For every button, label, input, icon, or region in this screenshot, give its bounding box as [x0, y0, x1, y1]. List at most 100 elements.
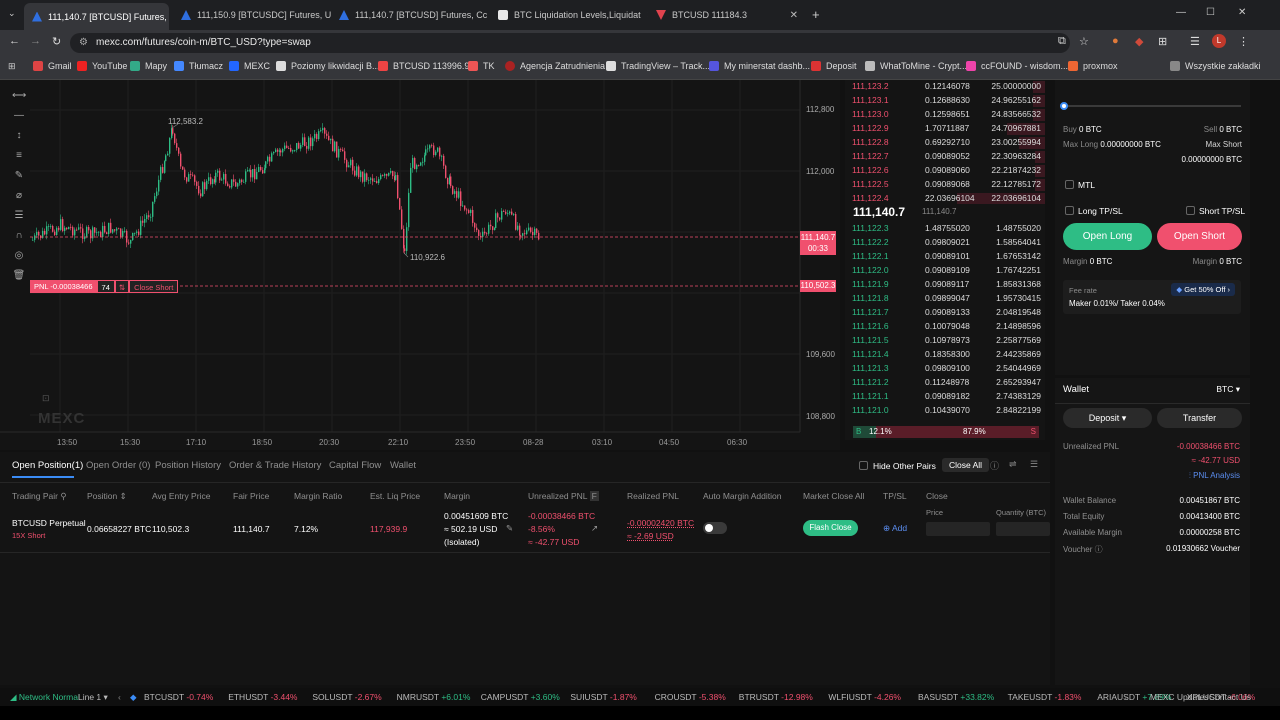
bid-row[interactable]: 111,121.3 0.09809100 2.54044969	[845, 362, 1045, 376]
ask-row[interactable]: 111,123.0 0.12598651 24.83566532	[845, 108, 1045, 122]
open-long-button[interactable]: Open Long	[1063, 223, 1152, 250]
browser-tab[interactable]: BTCUSD 111184.3 ✕	[648, 4, 806, 26]
all-bookmarks[interactable]: Wszystkie zakładki	[1170, 61, 1261, 71]
bookmark-item[interactable]: TK	[468, 61, 495, 71]
bid-row[interactable]: 111,121.6 0.10079048 2.14898596	[845, 320, 1045, 334]
open-short-button[interactable]: Open Short	[1157, 223, 1242, 250]
fee-promo-button[interactable]: ◆ Get 50% Off ›	[1171, 283, 1235, 296]
edit-margin-icon[interactable]: ✎	[506, 523, 513, 534]
bookmark-item[interactable]: Deposit	[811, 61, 857, 71]
window-close-icon[interactable]: ✕	[1238, 7, 1246, 18]
browser-tab[interactable]: 111,150.9 [BTCUSDC] Futures, U ✕	[173, 4, 331, 26]
bid-row[interactable]: 111,122.3 1.48755020 1.48755020	[845, 222, 1045, 236]
settings-sliders-icon[interactable]: ⇌	[1009, 459, 1017, 470]
bookmark-item[interactable]: WhatToMine - Crypt...	[865, 61, 967, 71]
mexc-updates-link[interactable]: MEXC Updates	[1150, 692, 1209, 702]
bid-row[interactable]: 111,121.7 0.09089133 2.04819548	[845, 306, 1045, 320]
pnl-basis-toggle[interactable]: F	[589, 491, 599, 501]
tab-open-position[interactable]: Open Position(1)	[12, 460, 83, 471]
tab-capital-flow[interactable]: Capital Flow	[329, 460, 381, 471]
hide-other-pairs-checkbox[interactable]	[859, 461, 868, 470]
close-price-input[interactable]	[926, 522, 990, 536]
bid-row[interactable]: 111,122.2 0.09809021 1.58564041	[845, 236, 1045, 250]
minimize-icon[interactable]: —	[1176, 7, 1186, 18]
new-tab-icon[interactable]: +	[812, 7, 820, 22]
pair-name[interactable]: BTCUSD Perpetual	[12, 518, 86, 528]
rpnl-btc[interactable]: -0.00002420 BTC	[627, 518, 694, 528]
ticker-item[interactable]: BTRUSDT -12.98%	[739, 692, 813, 702]
tab-position-history[interactable]: Position History	[155, 460, 221, 471]
rpnl-usd[interactable]: ≈ -2.69 USD	[627, 531, 674, 541]
bookmark-item[interactable]: proxmox	[1068, 61, 1118, 71]
bid-row[interactable]: 111,121.4 0.18358300 2.44235869	[845, 348, 1045, 362]
ticker-item[interactable]: BASUSDT +33.82%	[918, 692, 994, 702]
bookmark-item[interactable]: My minerstat dashb...	[709, 61, 810, 71]
bookmark-item[interactable]: MEXC	[229, 61, 270, 71]
bookmark-item[interactable]: Mapy	[130, 61, 167, 71]
line-select[interactable]: Line 1 ▾	[78, 692, 108, 703]
ask-row[interactable]: 111,122.6 0.09089060 22.21874232	[845, 164, 1045, 178]
ticker-item[interactable]: ETHUSDT -3.44%	[228, 692, 297, 702]
bookmark-item[interactable]: YouTube	[77, 61, 127, 71]
tab-wallet[interactable]: Wallet	[390, 460, 416, 471]
extension-icon[interactable]: ●	[1112, 35, 1119, 47]
ticker-item[interactable]: TAKEUSDT -1.83%	[1008, 692, 1082, 702]
avatar[interactable]: L	[1212, 34, 1226, 48]
ask-row[interactable]: 111,123.2 0.12146078 25.00000000	[845, 80, 1045, 94]
ask-row[interactable]: 111,123.1 0.12688630 24.96255162	[845, 94, 1045, 108]
maximize-icon[interactable]: ☐	[1206, 7, 1215, 18]
bookmark-item[interactable]: TradingView – Track...	[606, 61, 710, 71]
menu-kebab-icon[interactable]: ⋮	[1238, 35, 1249, 48]
bid-row[interactable]: 111,121.0 0.10439070 2.84822199	[845, 404, 1045, 418]
apps-grid-icon[interactable]: ⊞	[8, 61, 16, 72]
bid-row[interactable]: 111,121.8 0.09899047 1.95730415	[845, 292, 1045, 306]
col-position[interactable]: Position ⇕	[87, 491, 127, 502]
media-icon[interactable]: ☰	[1190, 35, 1200, 48]
bookmark-item[interactable]: Poziomy likwidacji B...	[276, 61, 380, 71]
ask-row[interactable]: 111,122.7 0.09089052 22.30963284	[845, 150, 1045, 164]
bookmark-item[interactable]: Gmail	[33, 61, 72, 71]
bookmark-star-icon[interactable]: ☆	[1079, 35, 1089, 48]
info-icon[interactable]: ⓘ	[990, 459, 999, 472]
mtl-checkbox[interactable]	[1065, 180, 1074, 189]
leverage-slider[interactable]	[1060, 102, 1241, 110]
deposit-button[interactable]: Deposit ▾	[1063, 408, 1152, 428]
list-icon[interactable]: ☰	[1030, 459, 1038, 470]
bookmark-item[interactable]: Agencja Zatrudnienia	[505, 61, 605, 71]
ticker-item[interactable]: BTCUSDT -0.74%	[144, 692, 213, 702]
bid-row[interactable]: 111,121.2 0.11248978 2.65293947	[845, 376, 1045, 390]
pin-icon[interactable]: ⚲	[60, 491, 66, 501]
slider-handle[interactable]	[1060, 102, 1068, 110]
ticker-scroll-right-icon[interactable]: ›	[1124, 692, 1127, 702]
bid-row[interactable]: 111,121.5 0.10978973 2.25877569	[845, 334, 1045, 348]
tab-open-order[interactable]: Open Order (0)	[86, 460, 150, 471]
bookmark-item[interactable]: Tłumacz	[174, 61, 223, 71]
bookmark-item[interactable]: BTCUSD 113996.9	[378, 61, 469, 71]
tab-order-trade-history[interactable]: Order & Trade History	[229, 460, 321, 471]
close-short-button[interactable]: Close Short	[129, 280, 179, 293]
ticker-scroll-left-icon[interactable]: ‹	[118, 692, 121, 702]
site-info-icon[interactable]: ⚙	[79, 33, 88, 53]
bookmark-item[interactable]: ccFOUND - wisdom...	[966, 61, 1068, 71]
info-icon[interactable]: ⓘ	[1095, 545, 1103, 554]
close-short-icon[interactable]: ⇅	[114, 280, 130, 293]
bid-row[interactable]: 111,122.0 0.09089109 1.76742251	[845, 264, 1045, 278]
ticker-item[interactable]: CROUSDT -5.38%	[655, 692, 726, 702]
add-tpsl-button[interactable]: ⊕ Add	[883, 523, 907, 534]
browser-tab[interactable]: 111,140.7 [BTCUSD] Futures, Cc ✕	[24, 3, 169, 30]
pnl-analysis-link[interactable]: ⫶ PNL Analysis	[1189, 471, 1240, 481]
price-chart[interactable]: ⟷ — ↕ ≡ ✎ ⌀ ☰ ∩ ◎ 🗑 112,583.2 110,922.6 …	[0, 80, 840, 450]
ticker-item[interactable]: CAMPUSDT +3.60%	[481, 692, 560, 702]
close-tab-icon[interactable]: ✕	[487, 10, 489, 21]
ticker-item[interactable]: SOLUSDT -2.67%	[312, 692, 381, 702]
close-quantity-input[interactable]	[996, 522, 1050, 536]
ticker-item[interactable]: WLFIUSDT -4.26%	[828, 692, 901, 702]
ask-row[interactable]: 111,122.4 22.03696104 22.03696104	[845, 192, 1045, 204]
browser-tab[interactable]: BTC Liquidation Levels,Liquidat ✕	[490, 4, 648, 26]
wallet-currency-select[interactable]: BTC ▾	[1216, 384, 1240, 395]
close-tab-icon[interactable]: ✕	[641, 10, 648, 21]
extensions-puzzle-icon[interactable]: ⊞	[1158, 35, 1167, 48]
bid-row[interactable]: 111,121.1 0.09089182 2.74383129	[845, 390, 1045, 404]
share-icon[interactable]: ↗	[591, 523, 598, 534]
contact-us-link[interactable]: Contact Us	[1209, 692, 1251, 702]
